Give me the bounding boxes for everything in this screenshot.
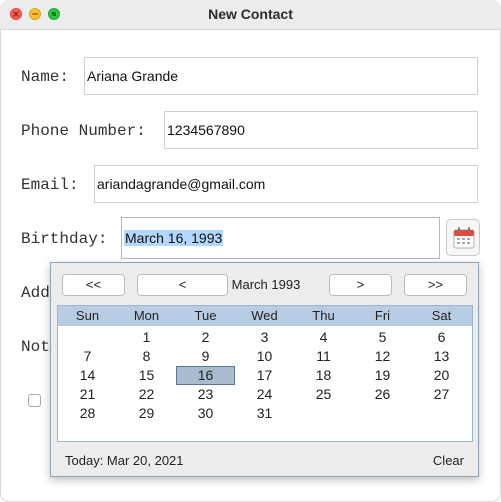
email-field[interactable]: ariandagrande@gmail.com [94, 165, 478, 203]
weekday-header: Sun Mon Tue Wed Thu Fri Sat [58, 306, 472, 326]
weekday-wed: Wed [251, 308, 278, 323]
address-label: Add [21, 284, 50, 302]
calendar-day[interactable]: 3 [235, 328, 294, 347]
title-bar: New Contact [0, 0, 501, 30]
calendar-day[interactable]: 24 [235, 385, 294, 404]
calendar-day[interactable]: 5 [353, 328, 412, 347]
notes-label: Not [21, 338, 50, 356]
email-label: Email: [21, 176, 79, 194]
calendar-day[interactable]: 19 [353, 366, 412, 385]
name-field[interactable]: Ariana Grande [84, 57, 478, 95]
calendar-day[interactable]: 18 [294, 366, 353, 385]
weekday-mon: Mon [133, 308, 160, 323]
calendar-day[interactable]: 23 [176, 385, 235, 404]
calendar-day[interactable]: 30 [176, 404, 235, 423]
phone-label: Phone Number: [21, 122, 146, 140]
weekday-fri: Fri [374, 308, 391, 323]
today-link[interactable]: Today: Mar 20, 2021 [65, 453, 184, 468]
calendar-day[interactable]: 25 [294, 385, 353, 404]
calendar-day[interactable]: 2 [176, 328, 235, 347]
weekday-sun: Sun [75, 308, 100, 323]
calendar-icon [453, 227, 475, 249]
calendar-day[interactable]: 13 [412, 347, 471, 366]
calendar-day[interactable]: 21 [58, 385, 117, 404]
calendar-day[interactable]: 14 [58, 366, 117, 385]
weekday-tue: Tue [194, 308, 217, 323]
calendar-day[interactable]: 20 [412, 366, 471, 385]
calendar-day[interactable]: 29 [117, 404, 176, 423]
calendar-day[interactable]: 15 [117, 366, 176, 385]
calendar-day[interactable]: 8 [117, 347, 176, 366]
prev-year-button[interactable]: << [62, 274, 125, 296]
calendar-day[interactable]: 10 [235, 347, 294, 366]
calendar-day[interactable]: 12 [353, 347, 412, 366]
calendar-button[interactable] [446, 219, 480, 256]
calendar-day[interactable]: 27 [412, 385, 471, 404]
calendar-day[interactable]: 26 [353, 385, 412, 404]
weekday-sat: Sat [431, 308, 452, 323]
new-contact-window: New Contact Name: Ariana Grande Phone Nu… [0, 0, 501, 502]
favorite-checkbox[interactable] [28, 394, 41, 407]
birthday-label: Birthday: [21, 230, 108, 248]
phone-field[interactable]: 1234567890 [164, 111, 478, 149]
calendar-day[interactable]: 9 [176, 347, 235, 366]
next-year-button[interactable]: >> [404, 274, 467, 296]
date-picker-popup: << < March 1993 > >> Sun Mon Tue Wed Thu… [50, 262, 479, 477]
calendar-day[interactable]: 17 [235, 366, 294, 385]
month-year-label: March 1993 [231, 277, 301, 292]
birthday-field[interactable]: March 16, 1993 [121, 217, 440, 259]
calendar-day[interactable]: 31 [235, 404, 294, 423]
calendar-day[interactable]: 7 [58, 347, 117, 366]
name-label: Name: [21, 68, 70, 86]
calendar-day[interactable]: 6 [412, 328, 471, 347]
calendar-day[interactable]: 28 [58, 404, 117, 423]
next-month-button[interactable]: > [329, 274, 392, 296]
calendar-grid: Sun Mon Tue Wed Thu Fri Sat 1 2 3 4 5 6 … [57, 305, 473, 442]
window-title: New Contact [208, 6, 293, 22]
calendar-day[interactable]: 4 [294, 328, 353, 347]
calendar-day[interactable]: 22 [117, 385, 176, 404]
calendar-day[interactable]: 1 [117, 328, 176, 347]
calendar-day[interactable]: 11 [294, 347, 353, 366]
calendar-day[interactable] [58, 328, 117, 347]
calendar-day-selected[interactable]: 16 [176, 366, 235, 385]
weekday-thu: Thu [312, 308, 335, 323]
clear-button[interactable]: Clear [433, 453, 464, 468]
birthday-selected-text: March 16, 1993 [124, 230, 224, 246]
